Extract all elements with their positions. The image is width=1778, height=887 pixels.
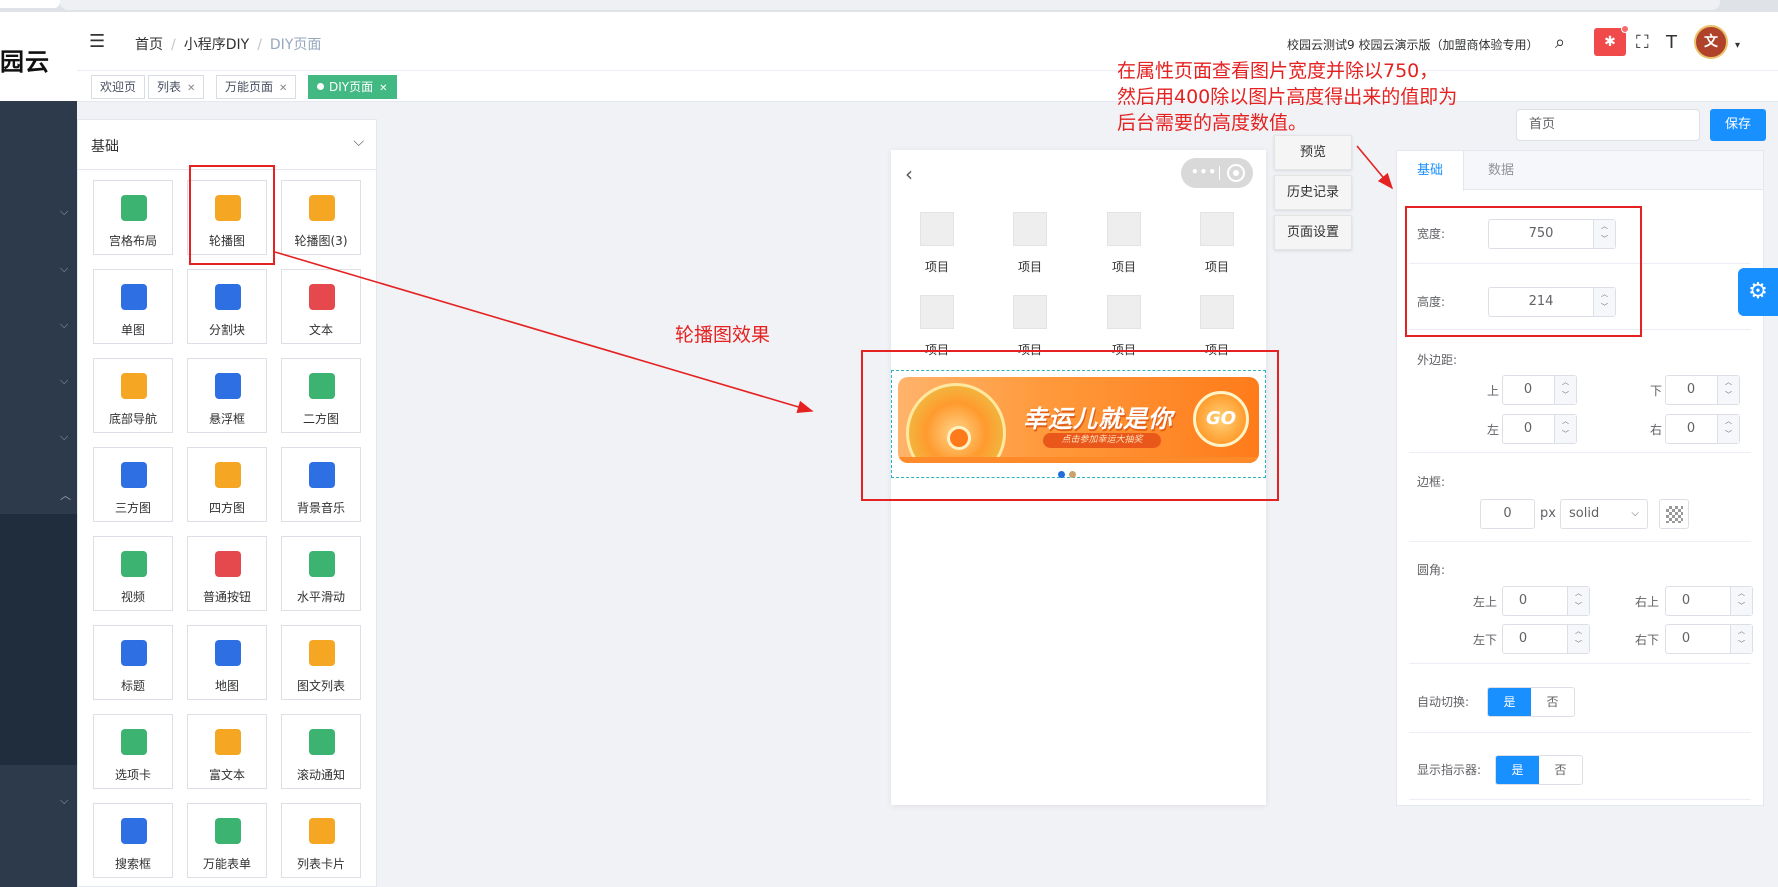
annotation-arrows — [274, 145, 1394, 414]
